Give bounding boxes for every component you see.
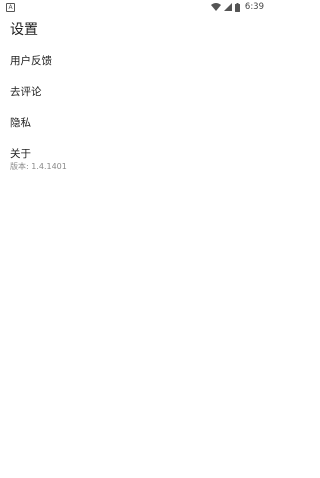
status-bar: A 6:39 xyxy=(0,0,269,14)
status-left: A xyxy=(6,2,15,12)
status-right: 6:39 xyxy=(210,2,264,12)
menu-item-rate[interactable]: 去评论 xyxy=(0,77,269,108)
settings-menu: 用户反馈 去评论 隐私 关于 版本: 1.4.1401 xyxy=(0,46,269,179)
menu-item-privacy[interactable]: 隐私 xyxy=(0,108,269,139)
status-clock: 6:39 xyxy=(244,2,264,12)
menu-item-label: 去评论 xyxy=(10,86,42,98)
page-title: 设置 xyxy=(10,22,38,38)
wifi-icon xyxy=(210,3,221,11)
menu-item-label: 关于 xyxy=(10,148,31,160)
menu-item-about[interactable]: 关于 版本: 1.4.1401 xyxy=(0,139,269,179)
notification-icon: A xyxy=(6,2,15,12)
battery-icon xyxy=(234,2,240,12)
signal-icon xyxy=(223,3,232,11)
menu-item-label: 用户反馈 xyxy=(10,55,52,67)
menu-item-feedback[interactable]: 用户反馈 xyxy=(0,46,269,77)
menu-item-label: 隐私 xyxy=(10,117,31,129)
version-text: 版本: 1.4.1401 xyxy=(10,162,67,171)
